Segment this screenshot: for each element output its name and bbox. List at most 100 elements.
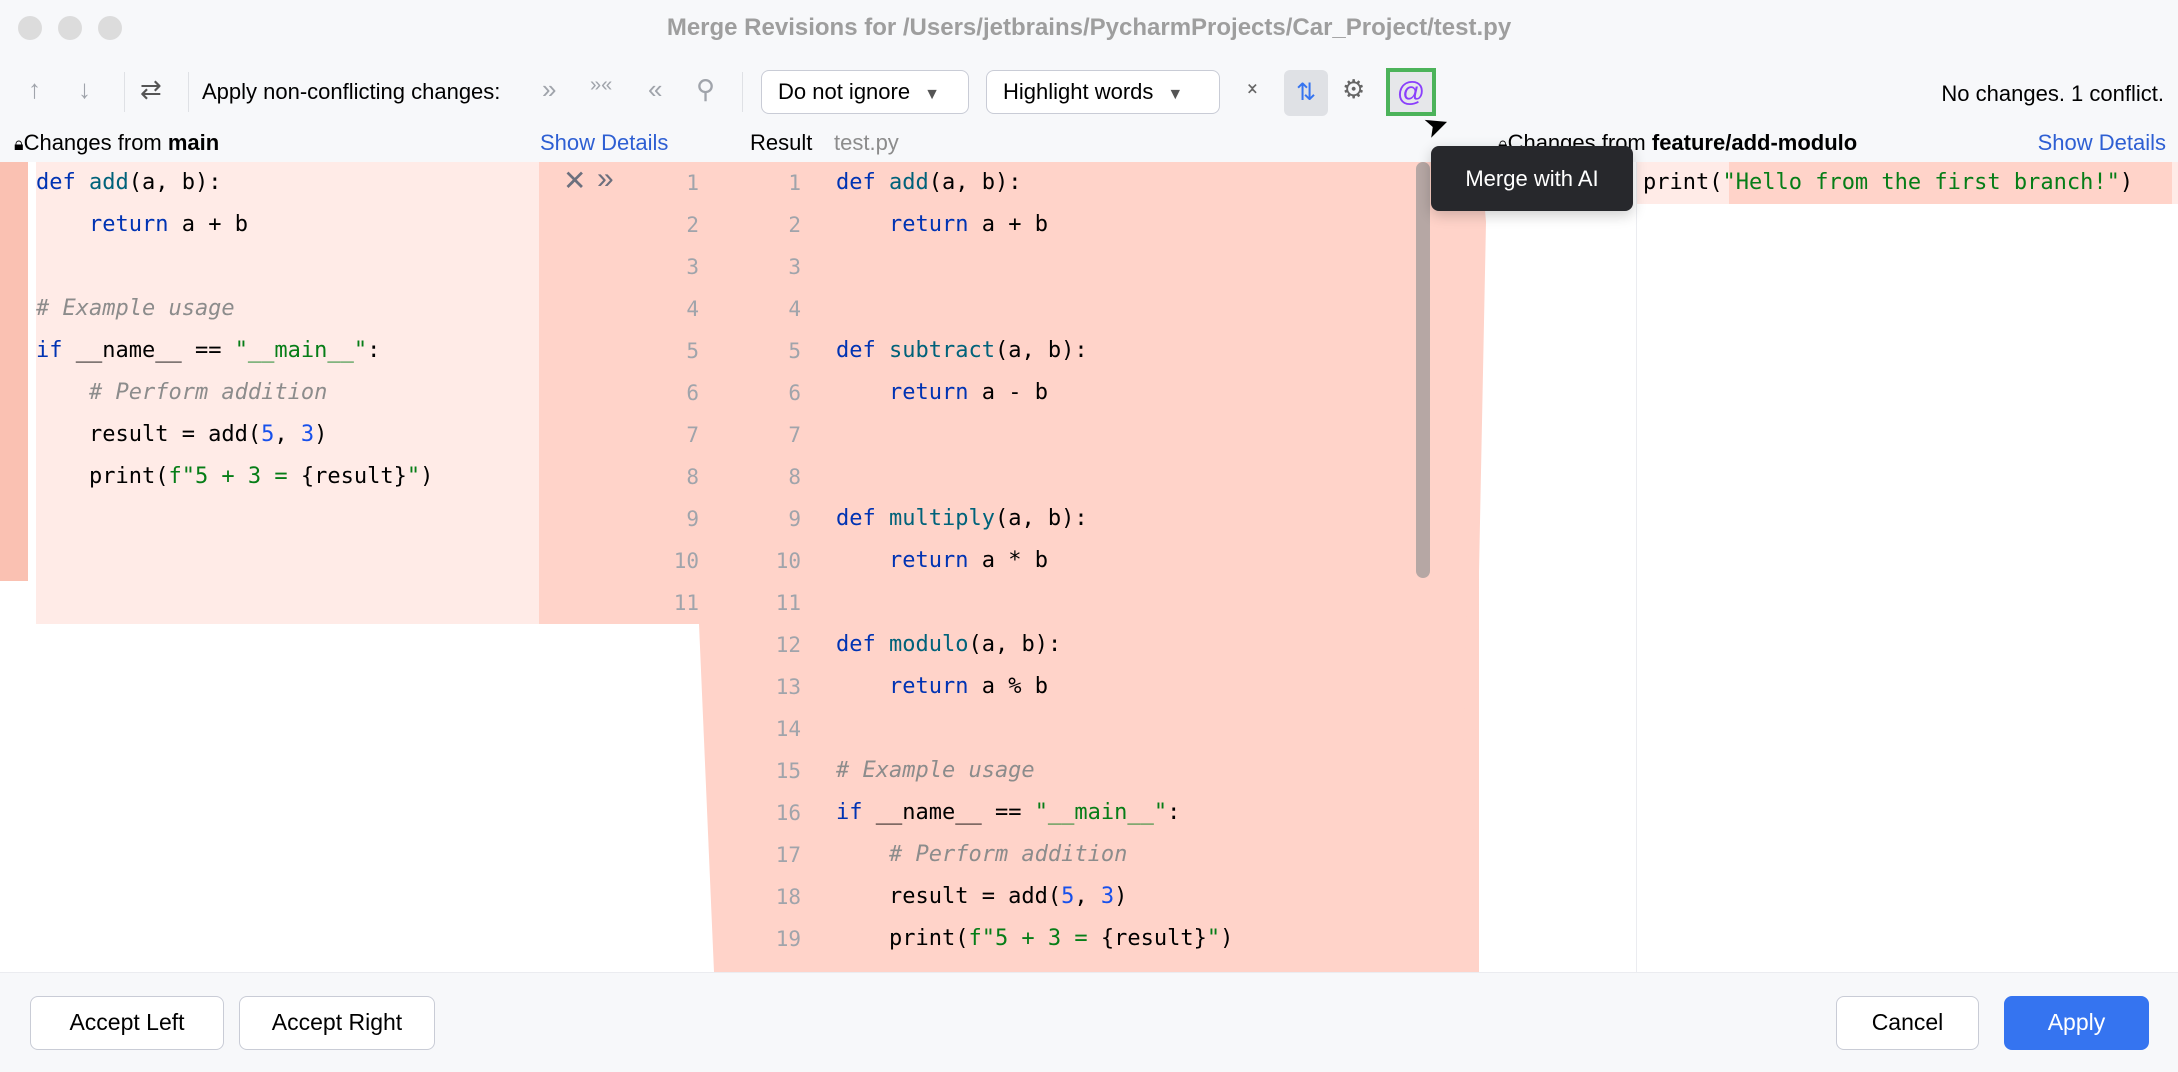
accept-left-button[interactable]: Accept Left xyxy=(30,996,224,1050)
line-number: 6 xyxy=(788,381,801,405)
code-line: return a % b xyxy=(836,666,1233,708)
left-line-numbers: 1 2 3 4 5 6 7 8 9 10 11 xyxy=(619,162,699,624)
line-number: 11 xyxy=(673,591,699,615)
collapse-unchanged-icon[interactable]: ⌄ ⌃ xyxy=(1244,73,1261,107)
code-token: if xyxy=(36,338,63,363)
line-number: 3 xyxy=(686,255,699,279)
sync-scroll-toggle[interactable]: ⇅ xyxy=(1284,70,1328,116)
window-title: Merge Revisions for /Users/jetbrains/Pyc… xyxy=(666,14,1512,41)
code-line: # Perform addition xyxy=(36,372,433,414)
right-code: print("Hello from the first branch!") xyxy=(1643,162,2133,204)
code-token: "__main__" xyxy=(234,338,368,363)
code-token: def xyxy=(36,170,89,195)
change-marker xyxy=(0,162,28,581)
ignore-dropdown[interactable]: Do not ignore ▼ xyxy=(761,70,969,114)
left-editor[interactable]: def add(a, b): return a + b # Example usa… xyxy=(0,162,539,972)
left-code: def add(a, b): return a + b # Example usa… xyxy=(36,162,433,624)
line-number: 5 xyxy=(686,339,699,363)
code-token: 5 xyxy=(1061,884,1075,909)
compare-switch-icon[interactable]: ⇄ xyxy=(140,74,162,105)
code-token: if xyxy=(836,800,863,825)
apply-left-icon[interactable]: » xyxy=(542,74,556,105)
code-token: __name__ == xyxy=(62,338,235,363)
code-token: __name__ == xyxy=(862,800,1035,825)
ai-spiral-icon: @ xyxy=(1396,76,1426,107)
code-token: f"5 + 3 = xyxy=(968,926,1101,951)
code-token: return xyxy=(888,548,969,573)
line-number: 16 xyxy=(775,801,801,825)
code-token: (a, b): xyxy=(968,632,1062,657)
code-token: subtract xyxy=(888,338,995,363)
ignore-change-icon[interactable]: ✕ xyxy=(563,164,586,197)
code-token: : xyxy=(367,338,381,363)
next-difference-icon[interactable]: ↓ xyxy=(78,74,91,105)
code-token: " xyxy=(406,464,421,489)
cancel-button[interactable]: Cancel xyxy=(1836,996,1979,1050)
code-token: multiply xyxy=(888,506,995,531)
code-token: result = add( xyxy=(36,422,262,447)
code-token: (a, b): xyxy=(994,506,1088,531)
line-number: 8 xyxy=(788,465,801,489)
magic-resolve-icon[interactable]: ⚲ xyxy=(696,74,715,105)
right-show-details-link[interactable]: Show Details xyxy=(2038,130,2166,156)
apply-change-icon[interactable]: » xyxy=(597,162,614,196)
code-line: def multiply(a, b): xyxy=(836,498,1233,540)
code-token: def xyxy=(836,338,889,363)
code-token: 3 xyxy=(1100,884,1115,909)
code-token: 3 xyxy=(300,422,315,447)
apply-all-icon[interactable]: »« xyxy=(590,74,612,97)
line-number: 9 xyxy=(686,507,699,531)
left-show-details-link[interactable]: Show Details xyxy=(540,130,668,156)
line-number: 9 xyxy=(788,507,801,531)
line-number: 10 xyxy=(673,549,699,573)
code-token: print( xyxy=(836,926,969,951)
line-number: 8 xyxy=(686,465,699,489)
code-line: return a + b xyxy=(836,204,1233,246)
result-editor[interactable]: def add(a, b): return a + b def subtract(… xyxy=(831,162,1636,972)
line-number: 7 xyxy=(686,423,699,447)
code-token: , xyxy=(274,422,301,447)
code-line: print(f"5 + 3 = {result}") xyxy=(36,456,433,498)
code-token: print( xyxy=(36,464,169,489)
line-number: 10 xyxy=(775,549,801,573)
line-number: 1 xyxy=(788,171,801,195)
line-number: 19 xyxy=(775,927,801,951)
code-line: if __name__ == "__main__": xyxy=(836,792,1233,834)
code-token: , xyxy=(1074,884,1101,909)
code-token: ) xyxy=(2119,170,2134,195)
code-token: "Hello from the first branch!" xyxy=(1722,170,2120,195)
line-number: 1 xyxy=(686,171,699,195)
chevron-down-icon: ▼ xyxy=(1167,86,1184,103)
code-line: return a * b xyxy=(836,540,1233,582)
previous-difference-icon[interactable]: ↑ xyxy=(28,74,41,105)
code-line: def add(a, b): xyxy=(36,162,433,204)
line-number: 14 xyxy=(775,717,801,741)
highlight-dropdown[interactable]: Highlight words ▼ xyxy=(986,70,1220,114)
code-line: if __name__ == "__main__": xyxy=(36,330,433,372)
settings-gear-icon[interactable]: ⚙ xyxy=(1342,74,1365,105)
result-file-name: test.py xyxy=(834,130,899,155)
code-line: # Example usage xyxy=(836,750,1233,792)
line-number: 13 xyxy=(775,675,801,699)
code-token: (a, b): xyxy=(128,170,222,195)
right-editor[interactable]: print("Hello from the first branch!") xyxy=(1636,162,2178,972)
code-token: a + b xyxy=(968,212,1048,237)
chevron-down-icon: ▼ xyxy=(924,86,940,103)
apply-non-conflicting-label: Apply non-conflicting changes: xyxy=(202,79,501,104)
line-number: 12 xyxy=(775,633,801,657)
apply-right-icon[interactable]: « xyxy=(648,74,662,105)
title-bar: Merge Revisions for /Users/jetbrains/Pyc… xyxy=(0,0,2178,56)
line-number: 11 xyxy=(775,591,801,615)
code-token: def xyxy=(836,632,889,657)
apply-button[interactable]: Apply xyxy=(2004,996,2149,1050)
merge-gutter: ✕ » 1 2 3 4 5 6 7 8 9 10 11 1 2 3 4 5 6 7 8 9 10 11 12 13 14 15 1… xyxy=(539,162,831,972)
code-token: # Perform addition xyxy=(88,380,328,405)
vertical-scrollbar[interactable] xyxy=(1416,162,1430,578)
code-line: # Example usage xyxy=(36,288,433,330)
accept-right-button[interactable]: Accept Right xyxy=(239,996,435,1050)
